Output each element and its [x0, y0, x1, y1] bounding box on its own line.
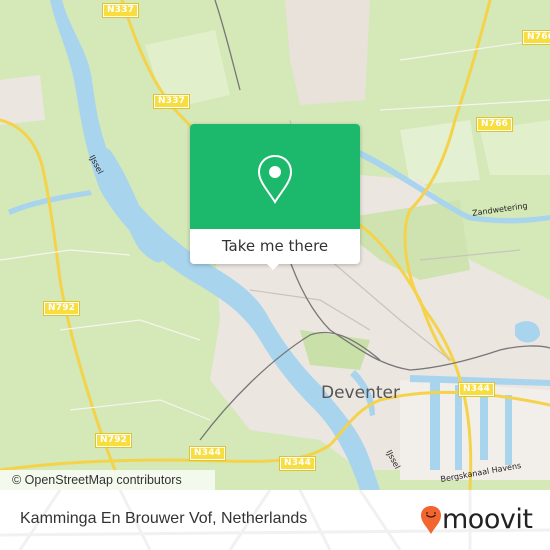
- road-label-n792: N792: [42, 301, 81, 316]
- location-title: Kamminga En Brouwer Vof, Netherlands: [20, 510, 308, 527]
- road-label-n337: N337: [101, 3, 140, 18]
- road-label-n344: N344: [457, 382, 496, 397]
- road-label-n766: N766: [475, 117, 514, 132]
- popup-pointer: [265, 262, 281, 270]
- moovit-smiley-pin-icon: [421, 506, 441, 534]
- city-label-deventer: Deventer: [321, 383, 400, 403]
- road-label-n344: N344: [188, 446, 227, 461]
- map-attribution[interactable]: © OpenStreetMap contributors: [0, 470, 215, 490]
- map-pin-icon: [257, 154, 293, 204]
- road-label-n766: N766: [521, 30, 550, 45]
- road-label-n337: N337: [152, 94, 191, 109]
- road-label-n792: N792: [94, 433, 133, 448]
- moovit-wordmark: moovit: [442, 504, 533, 535]
- map-view[interactable]: N337 N337 N766 N766 N792 N792 N344 N344 …: [0, 0, 550, 490]
- road-label-n344: N344: [278, 456, 317, 471]
- location-popup: Take me there: [190, 124, 360, 270]
- popup-header: [190, 124, 360, 229]
- take-me-there-button[interactable]: Take me there: [190, 229, 360, 264]
- footer-bar: Kamminga En Brouwer Vof, Netherlands moo…: [0, 490, 550, 550]
